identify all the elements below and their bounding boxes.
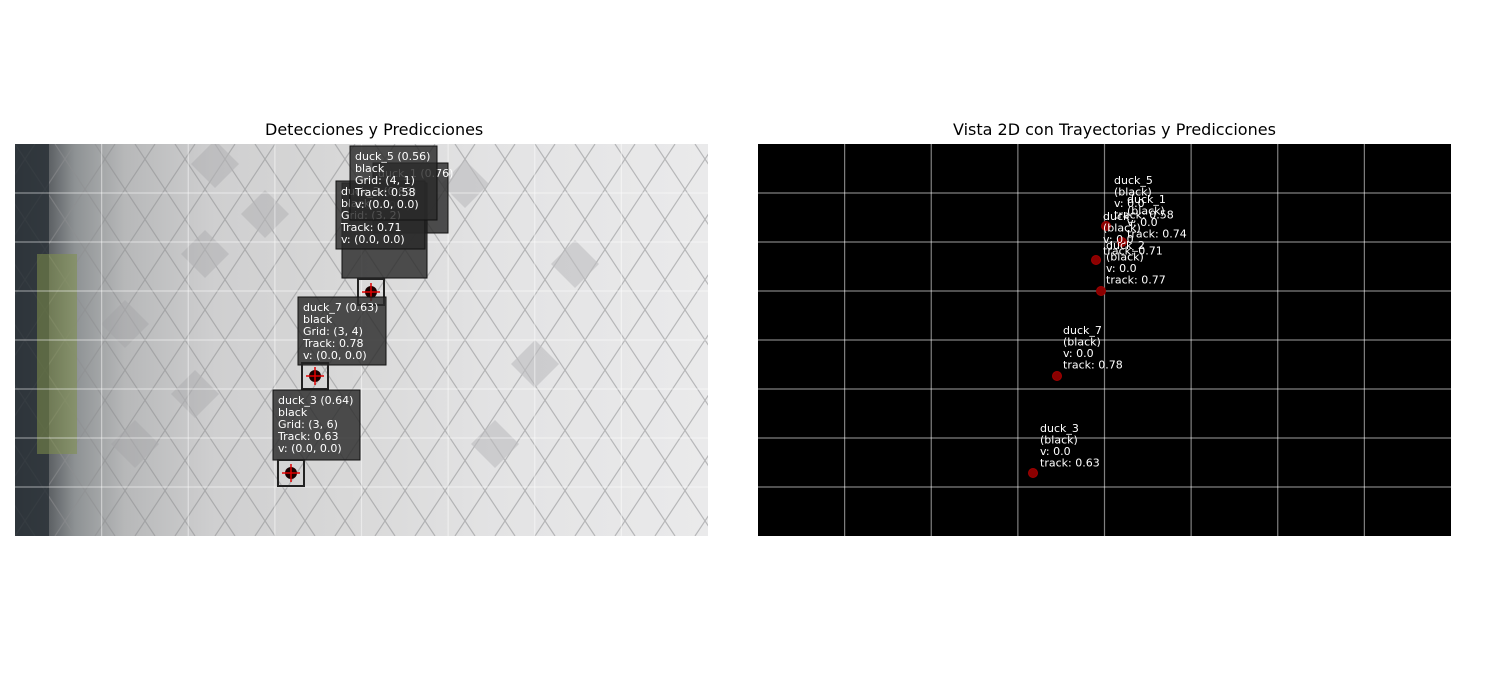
map-overlay: duck_5(black)v: 0.0track: 0.58duck_1(bla… bbox=[758, 144, 1451, 536]
map-point-marker bbox=[1091, 255, 1101, 265]
detection-duck_3: duck_3 (0.64)blackGrid: (3, 6)Track: 0.6… bbox=[272, 389, 361, 487]
dark-tile bbox=[101, 300, 149, 348]
map-point-duck_3: duck_3(black)v: 0.0track: 0.63 bbox=[1028, 422, 1100, 478]
detections-overlay: duck_1 (0.76)Track: 0.77v: (0.0, 0.0)duc… bbox=[15, 144, 708, 536]
map-point-label-line: track: 0.78 bbox=[1063, 359, 1123, 372]
map-2d-view: duck_5 (black) v: 0.0 track: 0.58 duck_1 (bla… bbox=[758, 144, 1451, 536]
detection-label-line: v: (0.0, 0.0) bbox=[355, 198, 419, 211]
detection-duck_7: duck_7 (0.63)blackGrid: (3, 4)Track: 0.7… bbox=[297, 296, 387, 390]
map-point-label-line: track: 0.77 bbox=[1106, 274, 1166, 287]
right-panel-title: Vista 2D con Trayectorias y Predicciones bbox=[953, 120, 1276, 139]
detection-label-line: v: (0.0, 0.0) bbox=[303, 349, 367, 362]
detection-label-line: v: (0.0, 0.0) bbox=[341, 233, 405, 246]
dark-tile bbox=[241, 190, 289, 238]
map-point-marker bbox=[1052, 371, 1062, 381]
dark-tile bbox=[111, 420, 159, 468]
camera-detections-view: duck_1 (0.76)Track: 0.77v: (0.0, 0.0)duc… bbox=[15, 144, 708, 536]
map-point-duck_7: duck_7(black)v: 0.0track: 0.78 bbox=[1052, 324, 1123, 381]
map-grid bbox=[758, 144, 1451, 536]
detection-label-line: v: (0.0, 0.0) bbox=[278, 442, 342, 455]
map-point-marker bbox=[1028, 468, 1038, 478]
dark-tile bbox=[471, 420, 519, 468]
map-point-marker bbox=[1096, 286, 1106, 296]
bench bbox=[37, 254, 77, 454]
left-panel-title: Detecciones y Predicciones bbox=[265, 120, 484, 139]
dark-tile bbox=[551, 240, 599, 288]
map-point-label-line: track: 0.63 bbox=[1040, 457, 1100, 470]
dark-tile bbox=[191, 144, 239, 188]
